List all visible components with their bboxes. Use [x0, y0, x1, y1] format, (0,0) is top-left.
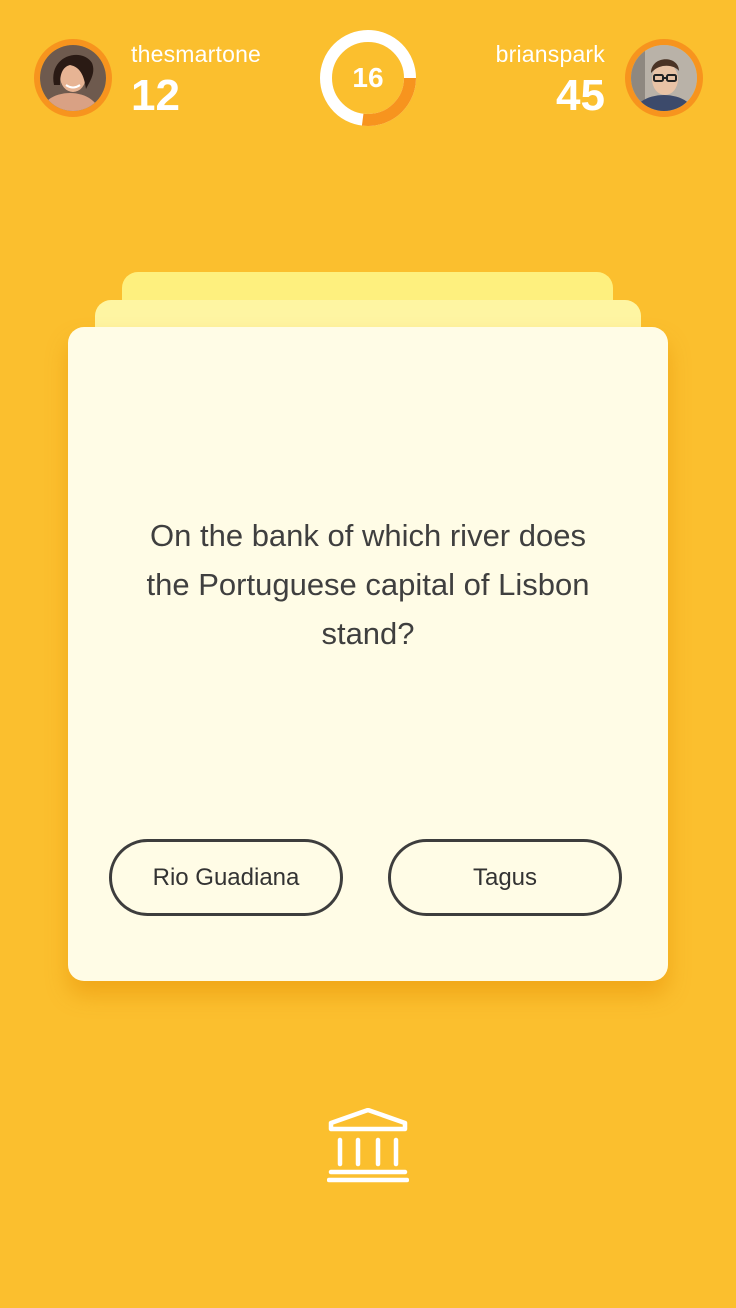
answer-button-tagus[interactable]: Tagus	[388, 839, 622, 916]
timer-value: 16	[352, 62, 384, 93]
question-text: On the bank of which river does the Port…	[146, 518, 590, 651]
answer-button-rio-guadiana[interactable]: Rio Guadiana	[109, 839, 343, 916]
player-right-score: 45	[556, 71, 605, 120]
avatar-man-icon	[631, 45, 697, 111]
museum-icon	[326, 1107, 410, 1184]
player-right-avatar[interactable]	[625, 39, 703, 117]
player-left-avatar[interactable]	[34, 39, 112, 117]
player-left-score: 12	[131, 71, 180, 120]
player-right-name: brianspark	[495, 41, 605, 67]
player-left-name: thesmartone	[131, 41, 262, 67]
avatar-woman-icon	[40, 45, 106, 111]
question-card: On the bank of which river does the Port…	[68, 327, 668, 981]
countdown-timer: 16	[318, 28, 418, 128]
